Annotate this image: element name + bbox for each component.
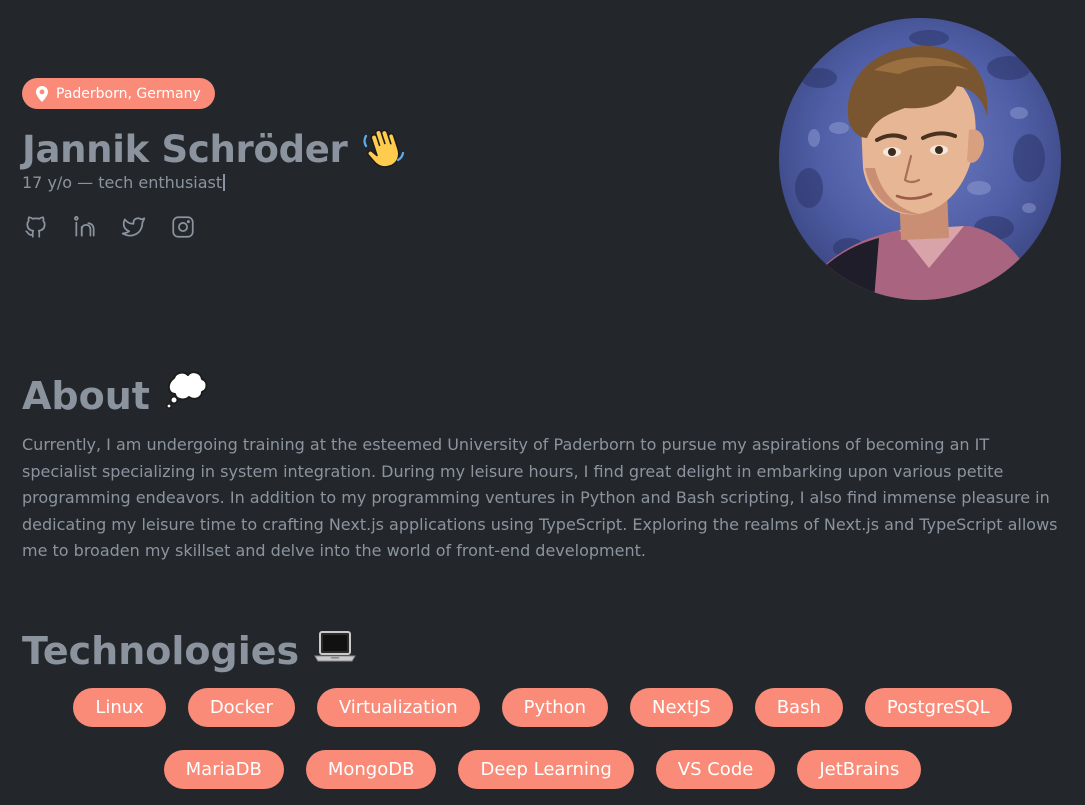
profile-name: Jannik Schröder bbox=[22, 128, 348, 171]
waving-hand-icon bbox=[362, 126, 406, 174]
technologies-heading: Technologies bbox=[22, 625, 357, 676]
tech-pill-mongodb[interactable]: MongoDB bbox=[305, 750, 437, 789]
about-title: About bbox=[22, 373, 150, 418]
tagline-text: 17 y/o — tech enthusiast bbox=[22, 173, 223, 192]
tech-pill-mariadb[interactable]: MariaDB bbox=[163, 750, 284, 789]
map-pin-icon bbox=[36, 85, 48, 102]
tech-pill-postgresql[interactable]: PostgreSQL bbox=[864, 688, 1012, 727]
twitter-icon[interactable] bbox=[120, 213, 147, 241]
linkedin-icon[interactable] bbox=[71, 213, 98, 241]
about-text: Currently, I am undergoing training at t… bbox=[22, 435, 1058, 560]
tech-pill-nextjs[interactable]: NextJS bbox=[630, 688, 733, 727]
tech-pill-virtualization[interactable]: Virtualization bbox=[316, 688, 480, 727]
technologies-row-1: Linux Docker Virtualization Python NextJ… bbox=[0, 688, 1085, 727]
technologies-row-2: MariaDB MongoDB Deep Learning VS Code Je… bbox=[0, 750, 1085, 789]
tagline: 17 y/o — tech enthusiast bbox=[22, 172, 226, 194]
avatar bbox=[779, 18, 1061, 300]
tech-pill-docker[interactable]: Docker bbox=[187, 688, 295, 727]
about-heading: About bbox=[22, 370, 208, 421]
thought-balloon-icon bbox=[164, 370, 208, 421]
location-text: Paderborn, Germany bbox=[56, 85, 201, 102]
tech-pill-python[interactable]: Python bbox=[501, 688, 609, 727]
instagram-icon[interactable] bbox=[169, 213, 196, 241]
laptop-icon bbox=[313, 625, 357, 676]
tech-pill-jetbrains[interactable]: JetBrains bbox=[797, 750, 922, 789]
typing-cursor bbox=[223, 174, 226, 191]
tech-pill-vs-code[interactable]: VS Code bbox=[655, 750, 776, 789]
tech-pill-linux[interactable]: Linux bbox=[73, 688, 166, 727]
location-badge: Paderborn, Germany bbox=[22, 78, 215, 109]
technologies-title: Technologies bbox=[22, 628, 300, 673]
name-heading: Jannik Schröder bbox=[22, 124, 406, 176]
social-links bbox=[22, 213, 196, 241]
github-icon[interactable] bbox=[22, 213, 49, 241]
tech-pill-deep-learning[interactable]: Deep Learning bbox=[458, 750, 634, 789]
tech-pill-bash[interactable]: Bash bbox=[754, 688, 843, 727]
